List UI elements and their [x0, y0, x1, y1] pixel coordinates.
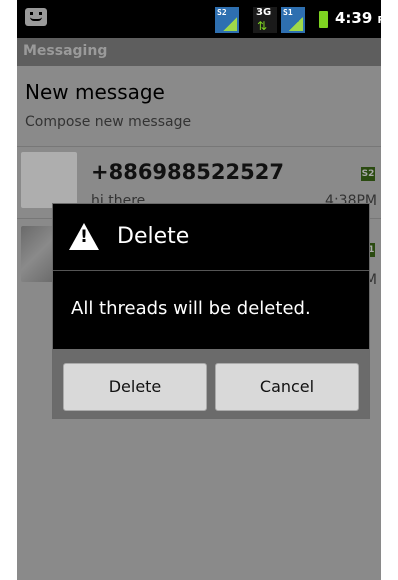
- phone-screen: S2 3G⇅ S1 4:39 PM Messaging New message …: [17, 0, 381, 580]
- contact-avatar[interactable]: [21, 152, 77, 208]
- cancel-button[interactable]: Cancel: [215, 363, 359, 411]
- dialog-title: Delete: [117, 224, 190, 249]
- thread-contact-name[interactable]: +886988522527: [91, 160, 284, 184]
- app-title: Messaging: [23, 43, 108, 59]
- delete-button[interactable]: Delete: [63, 363, 207, 411]
- thread-sim-badge: S2: [361, 167, 375, 181]
- warning-icon-mark: !: [80, 227, 88, 247]
- status-clock: 4:39 PM: [335, 9, 381, 27]
- data-network-icon: 3G ⇅: [253, 7, 277, 33]
- compose-hint: Compose new message: [25, 114, 192, 130]
- app-title-bar: Messaging: [17, 38, 381, 66]
- new-message-item[interactable]: New message: [25, 80, 165, 104]
- battery-icon: [319, 11, 328, 28]
- sim2-signal-icon: S2: [215, 7, 239, 33]
- status-bar: S2 3G⇅ S1 4:39 PM: [17, 0, 381, 38]
- dialog-message: All threads will be deleted.: [71, 298, 311, 319]
- delete-dialog: ! Delete All threads will be deleted. De…: [52, 203, 370, 419]
- dialog-body: All threads will be deleted.: [53, 271, 369, 349]
- sim1-signal-icon: S1: [281, 7, 305, 33]
- dialog-actions: Delete Cancel: [53, 349, 369, 418]
- notification-smiley-icon[interactable]: [25, 8, 47, 26]
- divider: [17, 146, 381, 147]
- dialog-header: ! Delete: [53, 204, 369, 271]
